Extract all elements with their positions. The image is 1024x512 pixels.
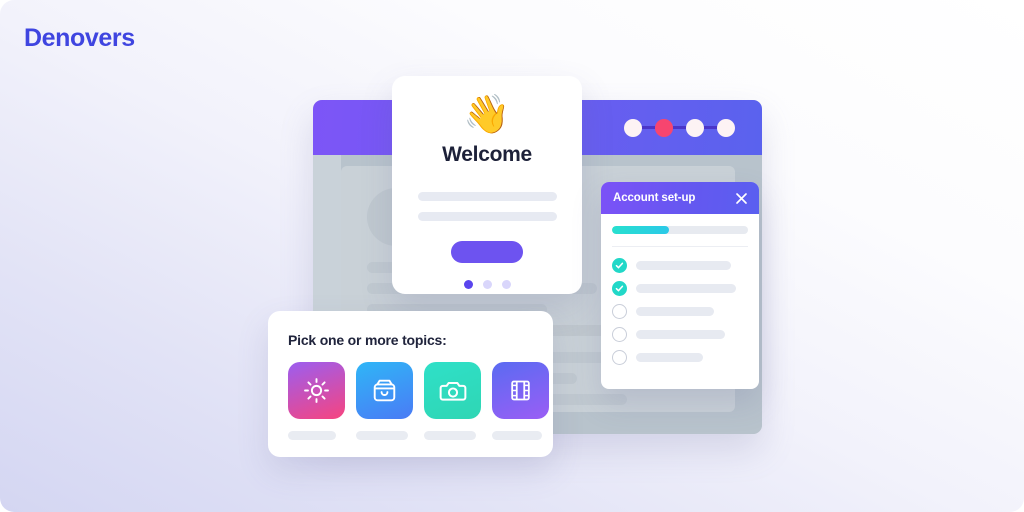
- topic-tile-camera[interactable]: [424, 362, 481, 419]
- checklist-row[interactable]: [612, 304, 748, 319]
- app-canvas: Denovers 👋 Welcome Account set-up Pick o…: [0, 0, 1024, 512]
- stepper-dot-1[interactable]: [624, 118, 642, 137]
- divider: [612, 246, 748, 247]
- checklist-label-placeholder: [636, 284, 736, 293]
- pagination-dot-2[interactable]: [482, 280, 492, 289]
- stepper-line-1: [642, 126, 655, 129]
- stepper-dot-2[interactable]: [655, 118, 673, 137]
- shopping-bag-icon: [371, 377, 398, 404]
- topic-option[interactable]: [492, 362, 549, 440]
- setup-progress-fill: [612, 226, 670, 234]
- checklist-row[interactable]: [612, 281, 748, 296]
- account-setup-panel: Account set-up: [601, 182, 759, 389]
- topic-option[interactable]: [424, 362, 481, 440]
- checklist-row[interactable]: [612, 258, 748, 273]
- welcome-pagination: [392, 280, 582, 289]
- welcome-cta-button[interactable]: [451, 241, 523, 263]
- setup-checklist: [612, 258, 748, 365]
- placeholder-line: [417, 192, 557, 201]
- checklist-row[interactable]: [612, 350, 748, 365]
- check-icon[interactable]: [612, 281, 627, 296]
- setup-progress-track: [612, 226, 748, 234]
- topic-option[interactable]: [288, 362, 345, 440]
- account-setup-title: Account set-up: [613, 192, 696, 204]
- pagination-dot-1[interactable]: [463, 280, 473, 289]
- topic-tile-sun[interactable]: [288, 362, 345, 419]
- film-icon: [508, 378, 533, 403]
- close-icon[interactable]: [733, 190, 749, 206]
- account-setup-header: Account set-up: [601, 182, 759, 214]
- stepper-dot-3[interactable]: [686, 118, 704, 137]
- onboarding-stepper: [624, 118, 735, 137]
- welcome-title: Welcome: [442, 143, 532, 166]
- topic-tile-shopping-bag[interactable]: [356, 362, 413, 419]
- checklist-label-placeholder: [636, 261, 731, 270]
- empty-circle-icon[interactable]: [612, 327, 627, 342]
- topic-label-placeholder: [492, 431, 542, 440]
- checklist-row[interactable]: [612, 327, 748, 342]
- placeholder-line: [417, 212, 557, 221]
- empty-circle-icon[interactable]: [612, 350, 627, 365]
- stepper-dot-4[interactable]: [717, 118, 735, 137]
- topic-label-placeholder: [288, 431, 336, 440]
- topics-title: Pick one or more topics:: [288, 332, 447, 348]
- brand-logo: Denovers: [24, 24, 135, 52]
- topics-grid: [288, 362, 549, 440]
- checklist-label-placeholder: [636, 353, 703, 362]
- stepper-line-2: [673, 126, 686, 129]
- checklist-label-placeholder: [636, 330, 725, 339]
- waving-hand-emoji: 👋: [463, 92, 511, 136]
- topics-card: Pick one or more topics:: [268, 311, 553, 457]
- topic-label-placeholder: [424, 431, 476, 440]
- topic-option[interactable]: [356, 362, 413, 440]
- camera-icon: [439, 377, 467, 405]
- check-icon[interactable]: [612, 258, 627, 273]
- sun-icon: [303, 377, 330, 404]
- empty-circle-icon[interactable]: [612, 304, 627, 319]
- checklist-label-placeholder: [636, 307, 714, 316]
- topic-tile-film[interactable]: [492, 362, 549, 419]
- welcome-modal: 👋 Welcome: [392, 76, 582, 294]
- account-setup-body: [601, 214, 759, 365]
- topic-label-placeholder: [356, 431, 408, 440]
- stepper-line-3: [704, 126, 717, 129]
- pagination-dot-3[interactable]: [501, 280, 511, 289]
